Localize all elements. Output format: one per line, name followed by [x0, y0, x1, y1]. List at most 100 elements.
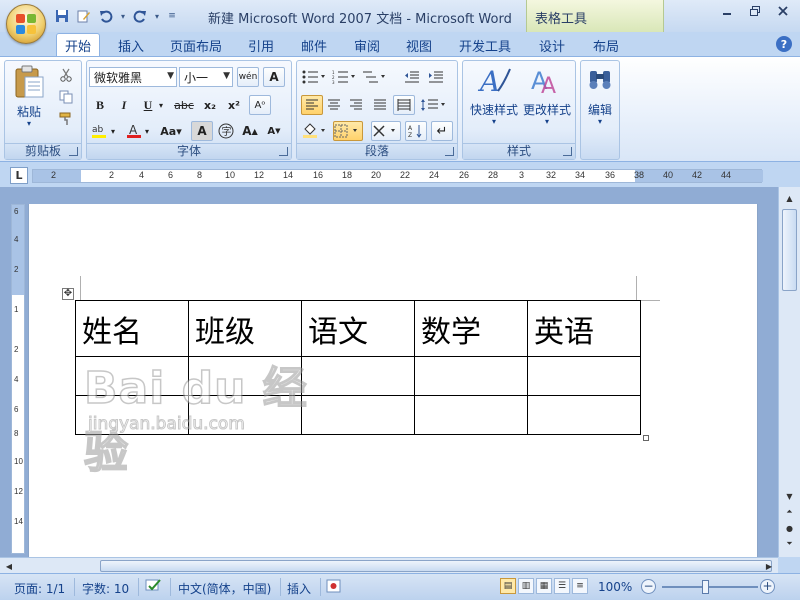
- multilevel-list-icon[interactable]: [361, 67, 389, 87]
- borders-icon[interactable]: [333, 121, 363, 141]
- vertical-scrollbar[interactable]: ▲ ▼ ⏶ ● ⏷: [778, 187, 800, 557]
- editing-button[interactable]: 编辑 ▾: [583, 65, 617, 131]
- tab-review[interactable]: 审阅: [346, 34, 388, 56]
- table-header-cell[interactable]: 英语: [527, 300, 641, 357]
- horizontal-scroll-thumb[interactable]: [100, 560, 772, 572]
- redo-dropdown-icon[interactable]: ▾: [152, 7, 162, 25]
- save-icon[interactable]: [52, 7, 72, 25]
- quick-styles-button[interactable]: A 快速样式 ▾: [467, 65, 521, 131]
- change-styles-button[interactable]: A A 更改样式 ▾: [521, 65, 573, 131]
- redo-icon[interactable]: [130, 7, 150, 25]
- format-painter-icon[interactable]: [55, 109, 77, 129]
- tab-page-layout[interactable]: 页面布局: [164, 34, 228, 56]
- grow-font-icon[interactable]: A ▲: [239, 121, 261, 141]
- font-color-dropdown-icon[interactable]: ▾: [141, 121, 153, 141]
- numbering-icon[interactable]: 123: [331, 67, 359, 87]
- table-cell[interactable]: [527, 395, 641, 435]
- scroll-right-icon[interactable]: ▶: [762, 560, 776, 572]
- macro-record-icon[interactable]: [326, 578, 342, 597]
- tab-developer[interactable]: 开发工具: [452, 34, 518, 56]
- status-language[interactable]: 中文(简体，中国): [178, 580, 271, 597]
- table-cell[interactable]: [75, 395, 189, 435]
- full-screen-reading-icon[interactable]: ▥: [518, 578, 534, 594]
- table-cell[interactable]: [301, 356, 415, 396]
- asian-layout-icon[interactable]: [371, 121, 401, 141]
- tab-mailings[interactable]: 邮件: [293, 34, 335, 56]
- phonetic-guide-icon[interactable]: wén: [237, 67, 259, 87]
- change-case-icon[interactable]: Aa▾: [157, 121, 185, 141]
- close-icon[interactable]: [770, 2, 796, 20]
- next-page-icon[interactable]: ⏷: [782, 537, 797, 551]
- tab-table-layout[interactable]: 布局: [584, 34, 628, 56]
- tab-stop-selector[interactable]: L: [10, 167, 28, 184]
- tab-view[interactable]: 视图: [398, 34, 440, 56]
- align-right-icon[interactable]: [345, 95, 367, 115]
- status-insert-mode[interactable]: 插入: [287, 580, 311, 597]
- scroll-left-icon[interactable]: ◀: [2, 560, 16, 572]
- table-cell[interactable]: [527, 356, 641, 396]
- table-cell[interactable]: [414, 356, 528, 396]
- customize-qat-icon[interactable]: ≡: [164, 7, 180, 25]
- underline-dropdown-icon[interactable]: ▾: [155, 95, 167, 115]
- align-left-icon[interactable]: [301, 95, 323, 115]
- shrink-font-icon[interactable]: A ▼: [263, 121, 285, 141]
- sort-icon[interactable]: AZ: [405, 121, 427, 141]
- zoom-slider-track[interactable]: [662, 586, 758, 588]
- print-layout-view-icon[interactable]: ▤: [500, 578, 516, 594]
- styles-launcher-icon[interactable]: [563, 147, 572, 156]
- decrease-indent-icon[interactable]: [401, 67, 423, 87]
- table-cell[interactable]: [188, 356, 302, 396]
- horizontal-ruler[interactable]: 2 2 4 6 8 10 12 14 16 18 20 22 24 26 28 …: [32, 169, 763, 183]
- undo-icon[interactable]: [96, 7, 116, 25]
- table-move-handle[interactable]: ✥: [62, 288, 74, 300]
- zoom-out-icon[interactable]: −: [641, 579, 656, 594]
- superscript-icon[interactable]: x²: [223, 95, 245, 115]
- tab-table-design[interactable]: 设计: [530, 34, 574, 56]
- bullets-icon[interactable]: [301, 67, 329, 87]
- zoom-slider-thumb[interactable]: [702, 580, 709, 594]
- character-border-icon[interactable]: A: [263, 67, 285, 87]
- increase-indent-icon[interactable]: [425, 67, 447, 87]
- proofing-icon[interactable]: [144, 578, 164, 597]
- paragraph-launcher-icon[interactable]: [445, 147, 454, 156]
- distributed-icon[interactable]: [393, 95, 415, 115]
- table-header-cell[interactable]: 语文: [301, 300, 415, 357]
- table-header-cell[interactable]: 班级: [188, 300, 302, 357]
- tab-home[interactable]: 开始: [56, 33, 100, 57]
- table-resize-handle[interactable]: [643, 435, 649, 441]
- show-formatting-marks-icon[interactable]: ↵: [431, 121, 453, 141]
- office-button[interactable]: [6, 4, 46, 44]
- line-spacing-icon[interactable]: [419, 95, 449, 115]
- shading-icon[interactable]: [301, 121, 331, 141]
- edit-icon[interactable]: [74, 7, 94, 25]
- help-icon[interactable]: ?: [776, 36, 792, 52]
- italic-icon[interactable]: I: [113, 95, 135, 115]
- zoom-in-icon[interactable]: +: [760, 579, 775, 594]
- zoom-level[interactable]: 100%: [598, 580, 632, 594]
- copy-icon[interactable]: [55, 87, 77, 107]
- table-cell[interactable]: [414, 395, 528, 435]
- table-header-cell[interactable]: 姓名: [75, 300, 189, 357]
- tab-insert[interactable]: 插入: [110, 34, 152, 56]
- tab-references[interactable]: 引用: [240, 34, 282, 56]
- undo-dropdown-icon[interactable]: ▾: [118, 7, 128, 25]
- subscript-icon[interactable]: x₂: [199, 95, 221, 115]
- character-shading-icon[interactable]: A: [191, 121, 213, 141]
- scroll-down-icon[interactable]: ▼: [782, 489, 797, 503]
- paste-button[interactable]: 粘贴 ▾: [11, 65, 47, 131]
- table-cell[interactable]: [75, 356, 189, 396]
- clear-formatting-icon[interactable]: Aᵒ: [249, 95, 271, 115]
- cut-icon[interactable]: [55, 65, 77, 85]
- highlight-dropdown-icon[interactable]: ▾: [107, 121, 119, 141]
- minimize-icon[interactable]: [714, 2, 740, 20]
- enclose-characters-icon[interactable]: 字: [215, 121, 237, 141]
- draft-view-icon[interactable]: ≡: [572, 578, 588, 594]
- previous-page-icon[interactable]: ⏶: [782, 505, 797, 519]
- horizontal-scrollbar[interactable]: ◀ ▶: [0, 557, 778, 573]
- table-header-cell[interactable]: 数学: [414, 300, 528, 357]
- align-center-icon[interactable]: [323, 95, 345, 115]
- vertical-ruler[interactable]: 6 4 2 1 2 4 6 8 10 12 14: [11, 204, 25, 554]
- browse-object-icon[interactable]: ●: [782, 521, 797, 535]
- web-layout-icon[interactable]: ▦: [536, 578, 552, 594]
- status-word-count[interactable]: 字数: 10: [82, 580, 129, 597]
